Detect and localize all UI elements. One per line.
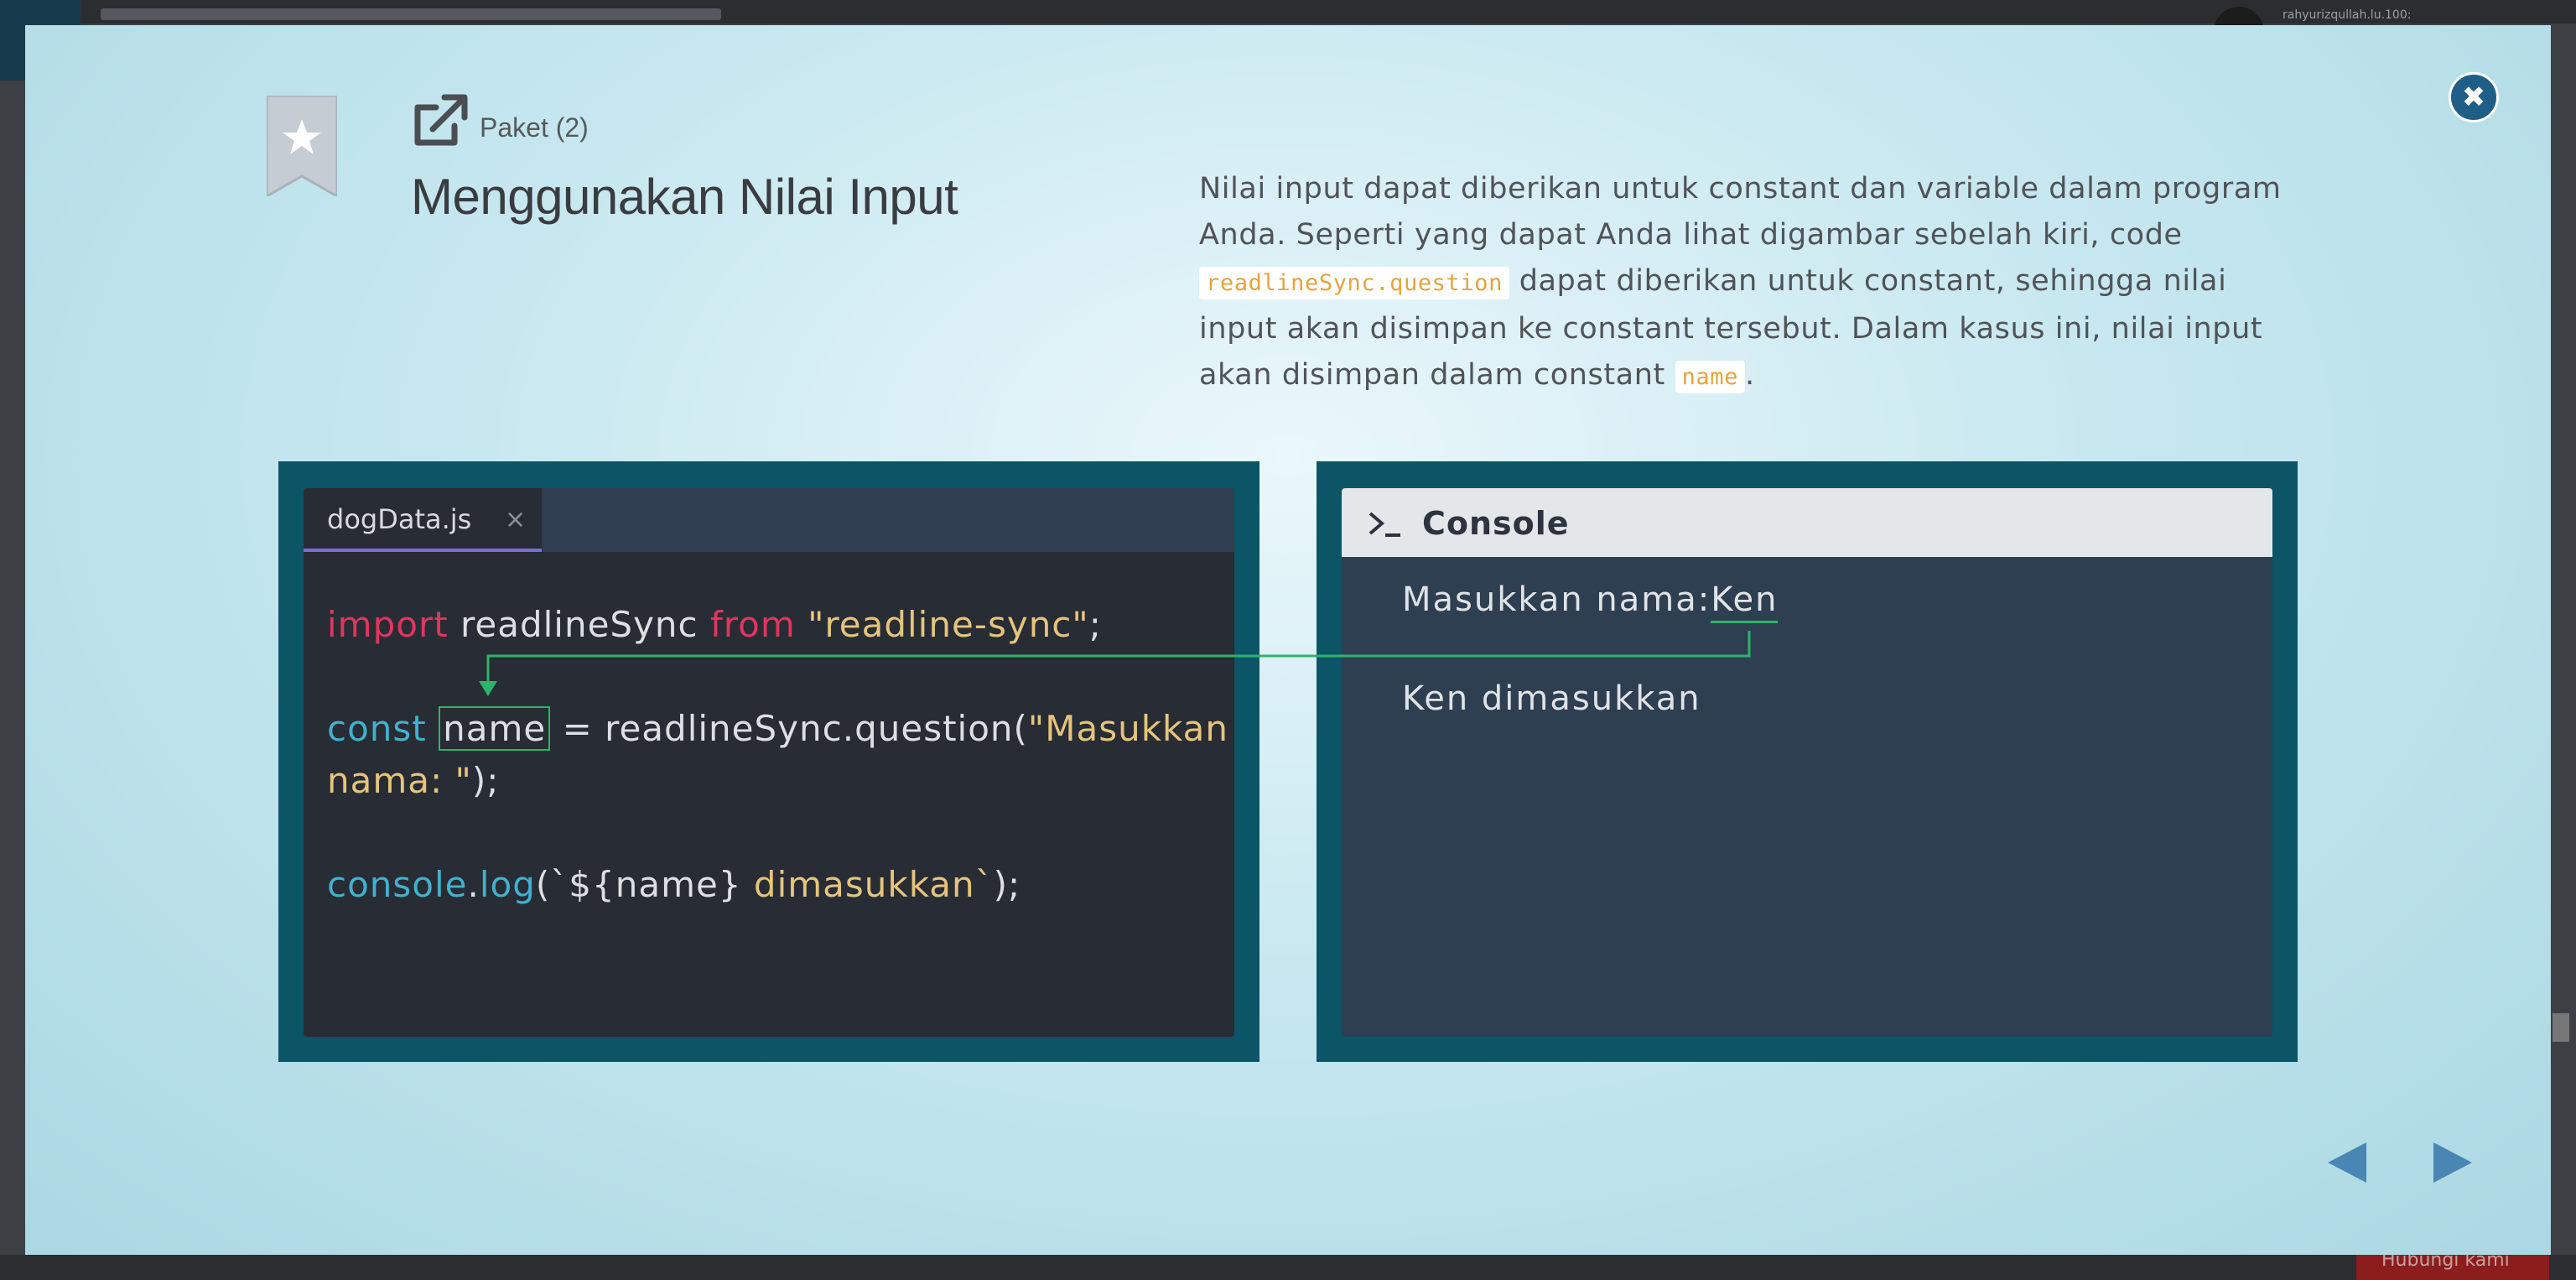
code-line-3: nama: "); xyxy=(327,755,1228,807)
bookmark-star-icon[interactable] xyxy=(267,96,337,196)
code-text: ); xyxy=(993,864,1021,905)
code-chip-readline: readlineSync.question xyxy=(1199,267,1509,299)
code-line-1: import readlineSync from "readline-sync"… xyxy=(327,599,1228,651)
code-text: ; xyxy=(1088,604,1102,645)
code-block: import readlineSync from "readline-sync"… xyxy=(327,599,1228,911)
tab-close-icon[interactable]: × xyxy=(505,505,526,534)
code-line-4: console.log(`${name} dimasukkan`); xyxy=(327,859,1228,911)
prev-triangle-icon[interactable] xyxy=(2326,1141,2368,1184)
highlighted-variable-name: name xyxy=(439,706,551,751)
lesson-description: Nilai input dapat diberikan untuk consta… xyxy=(1199,166,2306,400)
code-line-2: const name = readlineSync.question("Masu… xyxy=(327,703,1228,755)
keyword-import: import xyxy=(327,604,449,645)
code-text: = readlineSync.question( xyxy=(550,708,1028,749)
console-prompt-line: Masukkan nama:Ken xyxy=(1402,580,1779,623)
description-text: . xyxy=(1744,358,1755,392)
console-output-line: Ken dimasukkan xyxy=(1402,679,1701,718)
editor-tabbar: dogData.js × xyxy=(304,488,1234,552)
external-link-icon[interactable] xyxy=(411,92,471,148)
keyword-const: const xyxy=(327,708,427,749)
background-search-bar xyxy=(101,8,721,20)
code-string: dimasukkan` xyxy=(753,864,994,905)
code-string: nama: " xyxy=(327,760,472,801)
background-username: rahyurizqullah.lu.100: xyxy=(2283,8,2412,22)
code-string: "readline-sync" xyxy=(795,604,1089,645)
slide-modal: ✖ Paket (2) Menggunakan Nilai Input Nila… xyxy=(25,25,2551,1255)
code-string: "Masukkan xyxy=(1027,708,1228,749)
tab-filename: dogData.js xyxy=(327,503,472,535)
code-log: log xyxy=(479,864,536,905)
console-input-value: Ken xyxy=(1711,580,1779,623)
console-title: Console xyxy=(1422,505,1570,542)
code-text: ); xyxy=(471,760,500,801)
keyword-from: from xyxy=(710,604,796,645)
code-text: (`${name} xyxy=(535,864,754,905)
editor-panel: dogData.js × import readlineSync from "r… xyxy=(278,461,1259,1062)
description-text: Nilai input dapat diberikan untuk consta… xyxy=(1199,172,2282,252)
code-text: . xyxy=(467,864,480,905)
page-title: Menggunakan Nilai Input xyxy=(411,169,958,225)
editor-tab[interactable]: dogData.js × xyxy=(304,488,542,552)
background-scrollbar xyxy=(2553,1013,2569,1042)
console-panel: Console Masukkan nama:Ken Ken dimasukkan xyxy=(1317,461,2298,1062)
console-prompt-text: Masukkan nama: xyxy=(1402,580,1711,619)
terminal-prompt-icon xyxy=(1368,512,1400,537)
console-window: Console Masukkan nama:Ken Ken dimasukkan xyxy=(1342,488,2272,1037)
code-text: readlineSync xyxy=(448,604,710,645)
next-triangle-icon[interactable] xyxy=(2432,1141,2474,1184)
code-console: console xyxy=(327,864,468,905)
code-editor: dogData.js × import readlineSync from "r… xyxy=(304,488,1234,1037)
code-chip-name: name xyxy=(1675,361,1745,393)
close-icon[interactable]: ✖ xyxy=(2449,72,2499,122)
lesson-subtitle: Paket (2) xyxy=(480,112,589,143)
console-header: Console xyxy=(1342,488,2272,557)
background-bottombar xyxy=(0,1255,2576,1280)
